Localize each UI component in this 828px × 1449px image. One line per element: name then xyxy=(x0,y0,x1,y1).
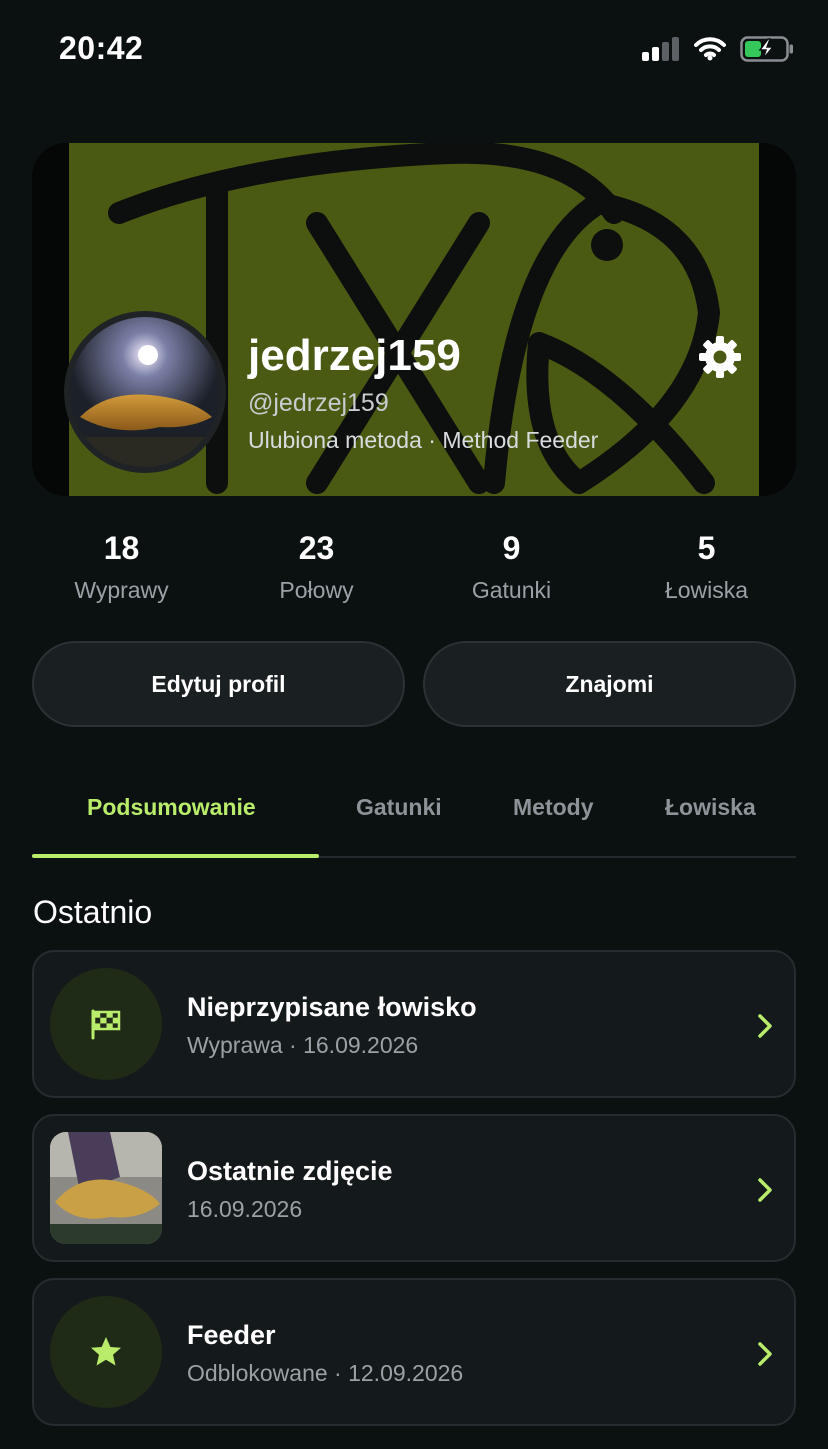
fish-photo xyxy=(50,1132,162,1244)
section-title-recent: Ostatnio xyxy=(33,894,153,930)
profile-handle: @jedrzej159 xyxy=(248,389,389,417)
tab-species[interactable]: Gatunki xyxy=(356,794,442,821)
recent-item-photo[interactable]: Ostatnie zdjęcie 16.09.2026 xyxy=(32,1114,796,1262)
card-subtitle: 16.09.2026 xyxy=(187,1196,303,1222)
card-subtitle: Odblokowane · 12.09.2026 xyxy=(187,1360,464,1386)
profile-tabs: Podsumowanie Gatunki Metody Łowiska xyxy=(32,760,796,858)
status-bar: 20:42 xyxy=(0,0,828,100)
stat-label: Połowy xyxy=(279,577,354,603)
tab-fisheries[interactable]: Łowiska xyxy=(665,794,756,821)
stat-fisheries[interactable]: 5 Łowiska xyxy=(609,530,804,604)
status-icons xyxy=(642,36,794,62)
stat-value: 18 xyxy=(103,530,140,566)
stat-trips[interactable]: 18 Wyprawy xyxy=(24,530,219,604)
recent-item-trip[interactable]: Nieprzypisane łowisko Wyprawa · 16.09.20… xyxy=(32,950,796,1098)
tab-methods[interactable]: Metody xyxy=(513,794,594,821)
profile-name: jedrzej159 xyxy=(248,331,461,380)
card-title: Ostatnie zdjęcie xyxy=(187,1156,393,1186)
stat-value: 23 xyxy=(298,530,335,566)
stat-label: Gatunki xyxy=(471,577,552,603)
card-title: Nieprzypisane łowisko xyxy=(187,992,477,1022)
status-time: 20:42 xyxy=(59,30,144,66)
stat-species[interactable]: 9 Gatunki xyxy=(414,530,609,604)
card-icon-container xyxy=(50,968,162,1080)
chevron-right-icon xyxy=(758,1342,772,1366)
friends-button[interactable]: Znajomi xyxy=(423,641,796,727)
fish-photo-thumbnail xyxy=(50,1132,162,1244)
settings-gear-icon[interactable] xyxy=(696,333,744,381)
stat-catches[interactable]: 23 Połowy xyxy=(219,530,414,604)
signal-icon xyxy=(642,37,679,61)
chevron-right-icon xyxy=(758,1014,772,1038)
stat-value: 5 xyxy=(697,530,716,566)
wifi-icon xyxy=(694,37,726,61)
card-subtitle: Wyprawa · 16.09.2026 xyxy=(187,1032,419,1058)
profile-header-card: jedrzej159 @jedrzej159 Ulubiona metoda ·… xyxy=(32,143,796,496)
chevron-right-icon xyxy=(758,1178,772,1202)
stat-label: Wyprawy xyxy=(74,577,169,603)
recent-item-achievement[interactable]: Feeder Odblokowane · 12.09.2026 xyxy=(32,1278,796,1426)
star-icon xyxy=(91,1337,121,1366)
tab-summary[interactable]: Podsumowanie xyxy=(87,794,256,821)
stat-label: Łowiska xyxy=(664,577,749,603)
card-title: Feeder xyxy=(187,1320,276,1350)
favorite-method: Ulubiona metoda · Method Feeder xyxy=(248,427,599,453)
battery-icon xyxy=(740,36,793,62)
checkered-flag-icon xyxy=(91,1009,121,1040)
stat-value: 9 xyxy=(502,530,521,566)
active-tab-indicator xyxy=(32,854,319,858)
avatar-photo xyxy=(70,317,220,467)
card-icon-container xyxy=(50,1296,162,1408)
avatar[interactable] xyxy=(64,311,226,473)
profile-stats: 18 Wyprawy 23 Połowy 9 Gatunki 5 Łowiska xyxy=(24,530,804,610)
edit-profile-button[interactable]: Edytuj profil xyxy=(32,641,405,727)
